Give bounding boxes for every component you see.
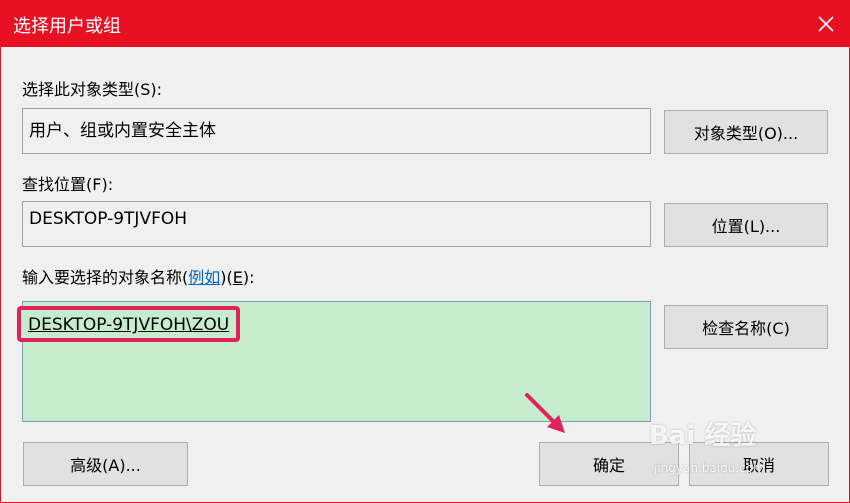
names-label-suffix: ): — [242, 268, 255, 287]
dialog-window: 选择用户或组 选择此对象类型(S): 用户、组或内置安全主体 对象类型(O)..… — [0, 0, 850, 503]
advanced-button[interactable]: 高级(A)... — [23, 442, 188, 486]
names-label-prefix: 输入要选择的对象名称( — [22, 268, 189, 287]
object-type-label: 选择此对象类型(S): — [22, 80, 163, 99]
location-field: DESKTOP-9TJVFOH — [22, 201, 651, 247]
watermark-url: jingyan.baidu.com — [654, 461, 765, 475]
close-icon — [818, 16, 834, 32]
object-types-button[interactable]: 对象类型(O)... — [664, 110, 828, 154]
watermark-brand: Bai 经验 — [649, 421, 757, 451]
names-label-middle: )( — [220, 268, 233, 287]
locations-button[interactable]: 位置(L)... — [664, 203, 828, 247]
highlight-box: DESKTOP-9TJVFOH\ZOU — [17, 306, 241, 342]
names-label: 输入要选择的对象名称(例如)(E): — [22, 264, 255, 288]
close-button[interactable] — [803, 1, 849, 47]
object-type-field: 用户、组或内置安全主体 — [22, 108, 651, 154]
location-label: 查找位置(F): — [22, 175, 114, 194]
names-label-key: E — [232, 268, 243, 287]
object-name-text: DESKTOP-9TJVFOH\ZOU — [28, 315, 230, 335]
check-names-button[interactable]: 检查名称(C) — [664, 305, 828, 349]
pointer-arrow-icon — [525, 393, 565, 433]
titlebar[interactable]: 选择用户或组 — [1, 1, 849, 47]
window-title: 选择用户或组 — [13, 16, 121, 37]
examples-link[interactable]: 例如 — [188, 268, 220, 287]
